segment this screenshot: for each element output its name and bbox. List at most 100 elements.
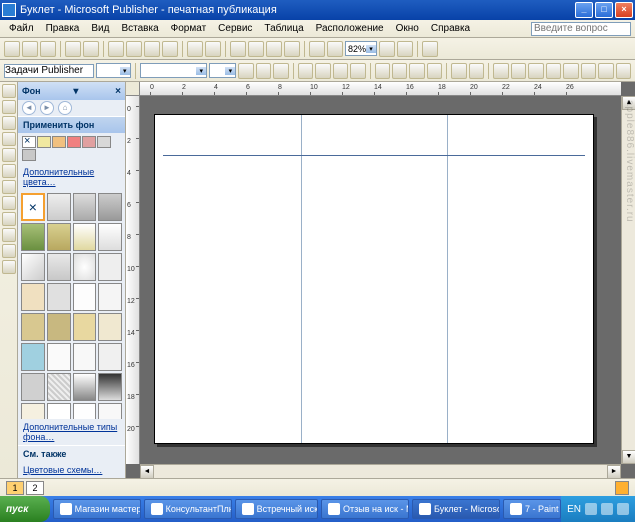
bg-thumb[interactable]	[73, 253, 97, 281]
menu-view[interactable]: Вид	[86, 21, 114, 36]
bg-thumb[interactable]	[47, 193, 71, 221]
color-schemes-link[interactable]: Цветовые схемы…	[18, 462, 125, 478]
help-icon[interactable]	[422, 41, 438, 57]
bring-front-icon[interactable]	[230, 41, 246, 57]
redo-icon[interactable]	[205, 41, 221, 57]
bg-thumb[interactable]	[73, 403, 97, 419]
columns-icon[interactable]	[309, 41, 325, 57]
bg-thumb[interactable]	[47, 283, 71, 311]
textbox-tool-icon[interactable]	[2, 100, 16, 114]
swatch[interactable]	[97, 136, 111, 148]
bg-thumb[interactable]	[98, 313, 122, 341]
fontname-combo[interactable]: ▾	[140, 63, 207, 78]
menu-file[interactable]: Файл	[4, 21, 39, 36]
taskbar-item[interactable]: Отзыв на иск - Micr…	[321, 499, 409, 519]
open-icon[interactable]	[22, 41, 38, 57]
swatch[interactable]	[52, 136, 66, 148]
status-icon[interactable]	[615, 481, 629, 495]
bg-thumb[interactable]	[21, 283, 45, 311]
font-color-icon[interactable]	[528, 63, 543, 79]
bg-thumb[interactable]	[98, 343, 122, 371]
bg-thumb[interactable]	[47, 223, 71, 251]
bg-thumb[interactable]	[98, 253, 122, 281]
maximize-button[interactable]: □	[595, 2, 613, 18]
taskpane-label-combo[interactable]	[4, 64, 94, 78]
rotate-left-icon[interactable]	[266, 41, 282, 57]
canvas[interactable]: 02468101214161820222426 0246810121416182…	[126, 82, 635, 478]
ask-a-question[interactable]	[531, 22, 631, 36]
swatch[interactable]	[67, 136, 81, 148]
menu-tools[interactable]: Сервис	[213, 21, 257, 36]
more-colors-link[interactable]: Дополнительные цвета…	[18, 164, 125, 190]
bg-thumb[interactable]	[47, 403, 71, 419]
shapes-tool-icon[interactable]	[2, 228, 16, 242]
line-tool-icon[interactable]	[2, 164, 16, 178]
taskbar-item[interactable]: Встречный иск	[235, 499, 318, 519]
bg-thumb[interactable]	[73, 283, 97, 311]
dec-indent-icon[interactable]	[409, 63, 424, 79]
rotate-right-icon[interactable]	[284, 41, 300, 57]
swatch[interactable]	[37, 136, 51, 148]
menu-edit[interactable]: Правка	[41, 21, 85, 36]
bg-thumb[interactable]	[47, 313, 71, 341]
taskpane-dropdown-icon[interactable]: ▾	[73, 86, 78, 97]
bg-thumb[interactable]	[98, 373, 122, 401]
line-color-icon[interactable]	[511, 63, 526, 79]
bg-thumb-none[interactable]: ×	[21, 193, 45, 221]
page-tab-1[interactable]: 1	[6, 481, 24, 495]
select-tool-icon[interactable]	[2, 84, 16, 98]
font-combo[interactable]: ▾	[96, 63, 131, 78]
menu-window[interactable]: Окно	[391, 21, 424, 36]
taskbar-item[interactable]: КонсультантПлюс -…	[144, 499, 232, 519]
cut-icon[interactable]	[108, 41, 124, 57]
3d-icon[interactable]	[616, 63, 631, 79]
menu-table[interactable]: Таблица	[259, 21, 308, 36]
menu-format[interactable]: Формат	[166, 21, 212, 36]
new-icon[interactable]	[4, 41, 20, 57]
fontsize-combo[interactable]: ▾	[209, 63, 236, 78]
minimize-button[interactable]: _	[575, 2, 593, 18]
preview-icon[interactable]	[83, 41, 99, 57]
menu-arrange[interactable]: Расположение	[311, 21, 389, 36]
taskbar-item[interactable]: 7 - Paint	[503, 499, 561, 519]
undo-icon[interactable]	[187, 41, 203, 57]
taskpane-back-icon[interactable]: ◄	[22, 101, 36, 115]
oval-tool-icon[interactable]	[2, 196, 16, 210]
bg-thumb[interactable]	[98, 283, 122, 311]
bg-thumb[interactable]	[98, 403, 122, 419]
bold-icon[interactable]	[238, 63, 253, 79]
scroll-right-icon[interactable]: ►	[607, 465, 621, 478]
vertical-ruler[interactable]: 02468101214161820	[126, 96, 140, 464]
taskpane-close-icon[interactable]: ×	[115, 86, 121, 97]
bookmark-tool-icon[interactable]	[2, 244, 16, 258]
shadow-icon[interactable]	[598, 63, 613, 79]
language-indicator[interactable]: EN	[567, 504, 581, 515]
underline-icon[interactable]	[273, 63, 288, 79]
send-back-icon[interactable]	[248, 41, 264, 57]
horizontal-ruler[interactable]: 02468101214161820222426	[140, 82, 621, 96]
numbering-icon[interactable]	[375, 63, 390, 79]
align-left-icon[interactable]	[298, 63, 313, 79]
bg-thumb[interactable]	[47, 343, 71, 371]
bg-thumb[interactable]	[73, 223, 97, 251]
save-icon[interactable]	[40, 41, 56, 57]
scroll-left-icon[interactable]: ◄	[140, 465, 154, 478]
paste-icon[interactable]	[144, 41, 160, 57]
bg-thumb[interactable]	[47, 253, 71, 281]
special-chars-icon[interactable]	[327, 41, 343, 57]
menu-insert[interactable]: Вставка	[116, 21, 163, 36]
close-button[interactable]: ×	[615, 2, 633, 18]
bg-thumb[interactable]	[21, 373, 45, 401]
align-justify-icon[interactable]	[350, 63, 365, 79]
more-types-link[interactable]: Дополнительные типы фона…	[18, 419, 125, 445]
bg-thumb[interactable]	[21, 223, 45, 251]
bg-thumb[interactable]	[21, 313, 45, 341]
taskpane-home-icon[interactable]: ⌂	[58, 101, 72, 115]
dash-style-icon[interactable]	[563, 63, 578, 79]
shrink-font-icon[interactable]	[469, 63, 484, 79]
swatch-none[interactable]: ×	[22, 136, 36, 148]
bullets-icon[interactable]	[392, 63, 407, 79]
bg-thumb[interactable]	[73, 193, 97, 221]
swatch[interactable]	[22, 149, 36, 161]
system-tray[interactable]: EN	[561, 496, 635, 522]
